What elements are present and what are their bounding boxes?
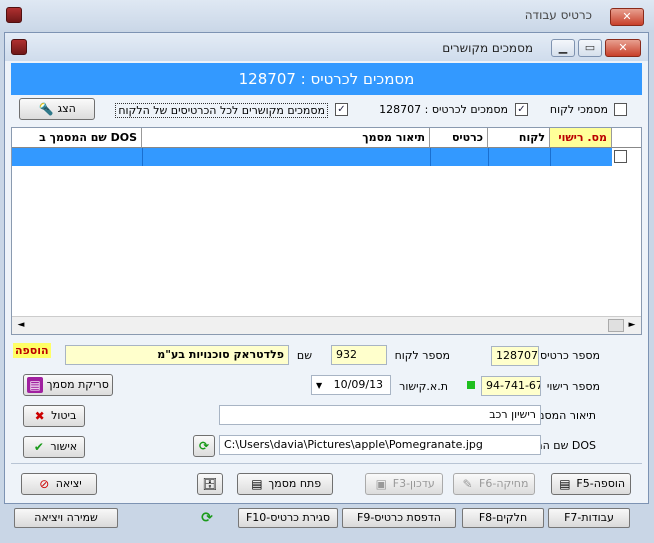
license-number-label: מספר רישוי (546, 380, 600, 393)
maximize-button[interactable]: ▭ (578, 39, 602, 57)
x-icon: ✖ (34, 409, 45, 423)
app-icon (6, 7, 22, 23)
scanner-icon: ▤ (27, 377, 44, 393)
name-label: שם (296, 349, 312, 362)
column-header-card[interactable]: כרטיס (430, 128, 488, 148)
license-number-field[interactable]: 94-741-67 (481, 376, 541, 396)
license-date-value: 10/09/13 (333, 378, 384, 391)
archive-icon: 🗄 (202, 477, 218, 491)
license-date-picker[interactable]: ▼ 10/09/13 (311, 375, 391, 395)
delete-button[interactable]: ✎ F6-מחיקה (453, 473, 535, 495)
show-button-label: הצג (57, 102, 76, 115)
customer-number-field[interactable]: 932 (331, 345, 387, 365)
print-card-button[interactable]: F9-הדפסת כרטיס (342, 508, 456, 528)
scan-document-button[interactable]: ▤ סריקת מסמך (23, 374, 113, 396)
open-document-label: פתח מסמך (268, 477, 322, 490)
add-button[interactable]: ▤ F5-הוספה (551, 473, 631, 495)
jobs-button[interactable]: F7-עבודות (548, 508, 630, 528)
column-header-description[interactable]: תיאור מסמך (142, 128, 430, 148)
delete-button-label: F6-מחיקה (479, 477, 529, 490)
update-button-label: F3-עדכון (392, 477, 435, 490)
parts-button[interactable]: F8-חלקים (462, 508, 544, 528)
row-checkbox[interactable] (614, 150, 627, 163)
dialog-close-button[interactable]: ✕ (605, 39, 641, 57)
chevron-down-icon[interactable]: ▼ (316, 381, 322, 390)
scroll-thumb[interactable] (608, 319, 624, 332)
outer-close-button[interactable]: ✕ (610, 8, 644, 26)
cancel-button[interactable]: ✖ ביטול (23, 405, 85, 427)
customer-docs-label: מסמכי לקוח (549, 103, 608, 116)
confirm-button[interactable]: ✔ אישור (23, 436, 85, 458)
documents-banner: מסמכים לכרטיס : 128707 (11, 63, 642, 95)
open-document-button[interactable]: ▤ פתח מסמך (237, 473, 333, 495)
checkmark-icon: ✔ (33, 440, 44, 454)
license-date-label: ת.א.קישור (399, 380, 448, 393)
refresh-icon: ⟳ (198, 439, 210, 453)
dialog-icon (11, 39, 27, 55)
outer-title-bar: כרטיס עבודה ✕ (0, 0, 654, 30)
doc-description-field[interactable]: רישיון רכב (219, 405, 541, 425)
table-row[interactable] (12, 148, 641, 166)
column-header-select (612, 128, 641, 148)
documents-grid: שם המסמך ב DOS תיאור מסמך כרטיס לקוח מס.… (11, 127, 642, 335)
save-and-exit-button[interactable]: שמירה ויציאה (14, 508, 118, 528)
linked-documents-dialog: מסמכים מקושרים ▁ ▭ ✕ מסמכים לכרטיס : 128… (4, 32, 649, 504)
customer-name-field[interactable]: פלדטראק סוכנויות בע"מ (65, 345, 289, 365)
scan-document-label: סריקת מסמך (46, 378, 109, 391)
scroll-right-icon[interactable]: ► (625, 319, 639, 332)
customer-docs-checkbox[interactable] (614, 103, 627, 116)
add-mode-badge: הוספה (13, 343, 51, 358)
delete-icon: ✎ (462, 477, 473, 491)
minimize-button[interactable]: ▁ (551, 39, 575, 57)
update-button[interactable]: ▣ F3-עדכון (365, 473, 443, 495)
cancel-button-label: ביטול (51, 409, 77, 422)
scroll-left-icon[interactable]: ◄ (14, 319, 28, 332)
exit-button-label: יציאה (55, 477, 82, 490)
outer-window-title: כרטיס עבודה (524, 8, 592, 22)
column-header-license[interactable]: מס. רישוי (550, 128, 612, 148)
refresh-path-button[interactable]: ⟳ (193, 435, 215, 457)
column-header-dos-name[interactable]: שם המסמך ב DOS (12, 128, 142, 148)
add-document-icon: ▤ (559, 477, 571, 491)
background-toolbar: F7-עבודות F8-חלקים F9-הדפסת כרטיס F10-סג… (0, 506, 654, 543)
all-cards-checkbox[interactable]: ✓ (335, 103, 348, 116)
archive-button[interactable]: 🗄 (197, 473, 223, 495)
dialog-title: מסמכים מקושרים (442, 41, 533, 55)
flashlight-icon: 🔦 (38, 102, 54, 116)
exit-icon: ⊘ (39, 477, 50, 491)
add-button-label: F5-הוספה (576, 477, 626, 490)
all-cards-label: מסמכים מקושרים לכל הכרטיסים של הלקוח (115, 103, 328, 118)
column-header-customer[interactable]: לקוח (488, 128, 550, 148)
status-indicator-icon (467, 381, 475, 389)
inner-title-bar: מסמכים מקושרים ▁ ▭ ✕ (5, 33, 648, 61)
confirm-button-label: אישור (50, 440, 78, 453)
card-number-field[interactable]: 128707 (491, 346, 539, 366)
card-docs-label: מסמכים לכרטיס : 128707 (379, 103, 508, 116)
card-number-label: מספר כרטיס (540, 349, 600, 362)
customer-number-label: מספר לקוח (394, 349, 450, 362)
show-button[interactable]: 🔦 הצג (19, 98, 95, 120)
open-document-icon: ▤ (251, 477, 263, 491)
exit-button[interactable]: ⊘ יציאה (21, 473, 97, 495)
horizontal-scrollbar[interactable]: ◄ ► (12, 316, 641, 334)
dos-path-field[interactable]: C:\Users\davia\Pictures\apple\Pomegranat… (219, 435, 541, 455)
card-docs-checkbox[interactable]: ✓ (515, 103, 528, 116)
update-icon: ▣ (375, 477, 387, 491)
refresh-icon[interactable]: ⟳ (198, 510, 216, 526)
close-card-button[interactable]: F10-סגירת כרטיס (238, 508, 338, 528)
